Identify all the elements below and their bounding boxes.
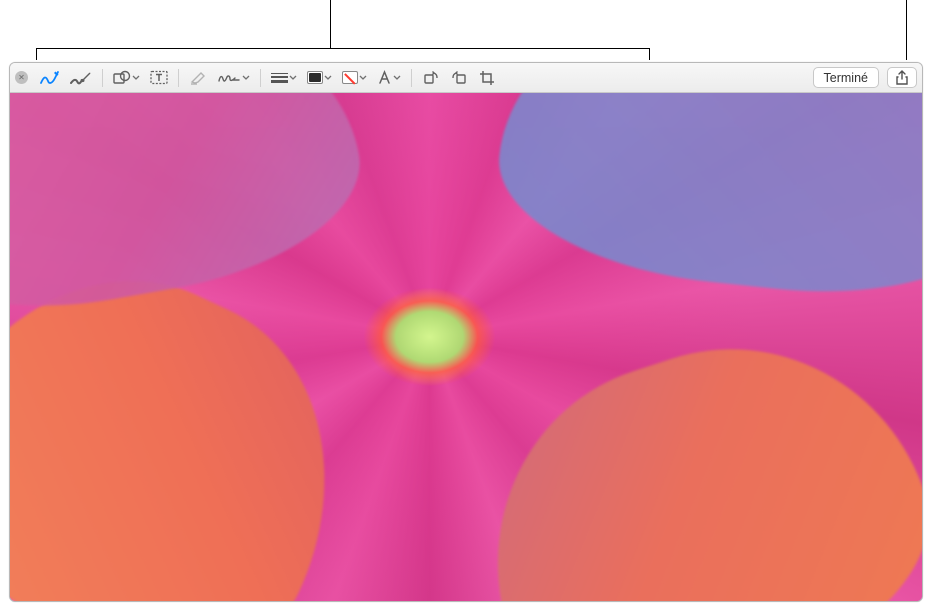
draw-tool-button[interactable] — [66, 67, 96, 89]
text-style-icon — [377, 70, 392, 85]
border-color-dropdown-button[interactable] — [303, 67, 336, 89]
callout-leader-tick-right — [649, 48, 650, 60]
callout-leader-horizontal — [36, 48, 650, 49]
callout-leader-stem-left — [330, 0, 331, 48]
text-tool-button[interactable] — [146, 67, 172, 89]
shapes-dropdown-button[interactable] — [109, 67, 144, 89]
sketch-tool-button[interactable] — [36, 67, 64, 89]
rotate-left-icon — [423, 70, 439, 85]
toolbar-separator — [411, 69, 412, 87]
close-button[interactable] — [15, 71, 28, 84]
chevron-down-icon — [132, 75, 140, 81]
chevron-down-icon — [242, 75, 250, 81]
chevron-down-icon — [324, 75, 332, 81]
highlighter-icon — [189, 70, 207, 85]
line-weight-dropdown-button[interactable] — [267, 67, 301, 89]
crop-button[interactable] — [474, 67, 500, 89]
done-button[interactable]: Terminé — [813, 67, 879, 88]
toolbar-separator — [102, 69, 103, 87]
callout-leader-tick-left — [36, 48, 37, 60]
toolbar-separator — [260, 69, 261, 87]
shapes-icon — [113, 70, 131, 85]
rotate-left-button[interactable] — [418, 67, 444, 89]
sketch-icon — [40, 70, 60, 86]
signature-icon — [217, 70, 241, 85]
highlight-tool-button[interactable] — [185, 67, 211, 89]
brush-icon — [70, 70, 92, 86]
fill-color-swatch-icon — [342, 71, 358, 84]
markup-window: Terminé — [9, 62, 923, 602]
text-box-icon — [150, 70, 168, 85]
chevron-down-icon — [359, 75, 367, 81]
callout-leader-stem-right — [906, 0, 907, 60]
fill-color-dropdown-button[interactable] — [338, 67, 371, 89]
line-weight-icon — [271, 73, 288, 83]
rotate-right-button[interactable] — [446, 67, 472, 89]
toolbar-separator — [178, 69, 179, 87]
crop-icon — [479, 70, 495, 86]
share-button[interactable] — [887, 67, 917, 88]
image-canvas[interactable] — [10, 93, 922, 601]
chevron-down-icon — [289, 75, 297, 81]
text-style-dropdown-button[interactable] — [373, 67, 405, 89]
sign-dropdown-button[interactable] — [213, 67, 254, 89]
share-icon — [895, 70, 909, 86]
chevron-down-icon — [393, 75, 401, 81]
callout-area — [0, 0, 931, 55]
markup-toolbar: Terminé — [10, 63, 922, 93]
border-color-swatch-icon — [307, 71, 323, 84]
rotate-right-icon — [451, 70, 467, 85]
